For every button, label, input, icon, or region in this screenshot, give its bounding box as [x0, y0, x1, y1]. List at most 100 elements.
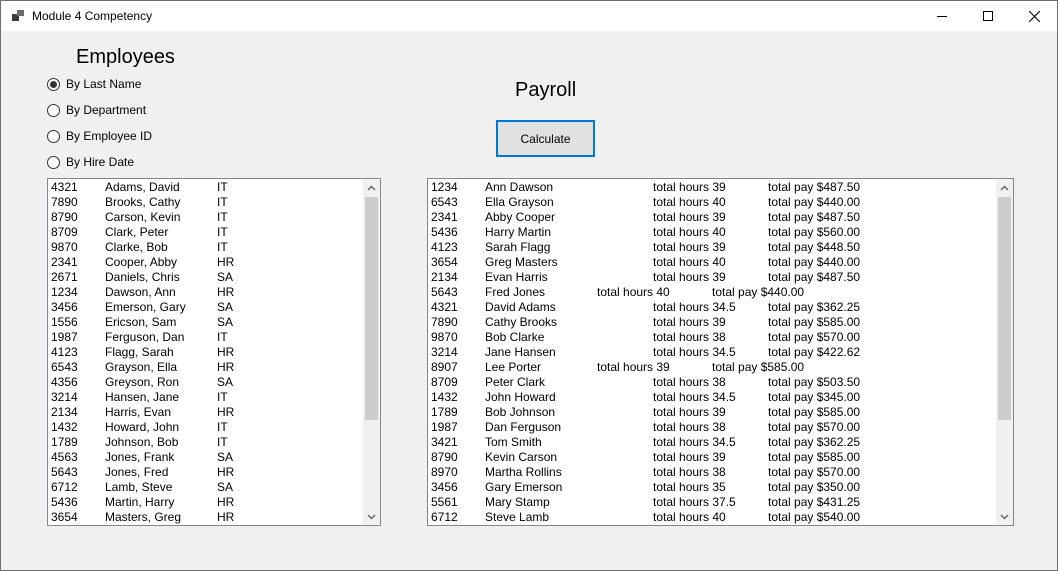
payroll-id: 5643 — [431, 285, 458, 299]
employee-dept: IT — [217, 390, 228, 404]
close-button[interactable] — [1011, 1, 1057, 31]
sort-option-label: By Employee ID — [66, 129, 153, 143]
payroll-pay: total pay $570.00 — [768, 465, 861, 479]
payroll-hours: total hours 40 — [597, 285, 670, 299]
employee-name: Dawson, Ann — [105, 285, 176, 299]
sort-option-radio[interactable]: By Hire Date — [47, 153, 134, 171]
payroll-pay: total pay $440.00 — [712, 285, 805, 299]
employee-name: Flagg, Sarah — [105, 345, 174, 359]
payroll-name: Peter Clark — [485, 375, 546, 389]
chevron-up-icon — [367, 185, 376, 190]
employee-id: 9870 — [51, 240, 78, 254]
payroll-pay: total pay $487.50 — [768, 210, 861, 224]
payroll-pay: total pay $503.50 — [768, 375, 861, 389]
payroll-id: 3421 — [431, 435, 458, 449]
employee-id: 6712 — [51, 480, 78, 494]
employee-name: Harris, Evan — [105, 405, 172, 419]
employee-id: 8709 — [51, 225, 78, 239]
payroll-name: Ann Dawson — [485, 180, 554, 194]
payroll-hours: total hours 34.5 — [653, 345, 736, 359]
payroll-hours: total hours 34.5 — [653, 435, 736, 449]
employee-name: Clark, Peter — [105, 225, 169, 239]
employee-id: 3456 — [51, 300, 78, 314]
payroll-hours: total hours 35 — [653, 480, 726, 494]
employee-dept: IT — [217, 330, 228, 344]
payroll-pay: total pay $585.00 — [768, 315, 861, 329]
payroll-id: 2341 — [431, 210, 458, 224]
payroll-listbox[interactable]: 1234 Ann Dawson total hours 39 total pay $4… — [427, 178, 1014, 526]
employee-id: 4356 — [51, 375, 78, 389]
radio-checked-icon[interactable] — [47, 77, 60, 91]
payroll-pay: total pay $422.62 — [768, 345, 861, 359]
employees-heading: Employees — [76, 46, 175, 68]
scroll-up-button[interactable] — [363, 179, 380, 196]
employee-id: 1234 — [51, 285, 78, 299]
sort-option-radio[interactable]: By Employee ID — [47, 127, 152, 145]
employee-dept: IT — [217, 435, 228, 449]
scroll-thumb[interactable] — [365, 197, 378, 420]
employee-id: 2341 — [51, 255, 78, 269]
employee-scrollbar[interactable] — [363, 179, 380, 525]
payroll-pay: total pay $585.00 — [768, 450, 861, 464]
payroll-hours: total hours 34.5 — [653, 390, 736, 404]
payroll-name: Bob Johnson — [485, 405, 556, 419]
sort-option-radio[interactable]: By Last Name — [47, 75, 141, 93]
payroll-hours: total hours 40 — [653, 195, 726, 209]
scroll-up-button[interactable] — [996, 179, 1013, 196]
payroll-hours: total hours 38 — [653, 375, 726, 389]
payroll-name: Ella Grayson — [485, 195, 554, 209]
employee-dept: HR — [217, 465, 235, 479]
employee-name: Martin, Harry — [105, 495, 175, 509]
employee-name: Greyson, Ron — [105, 375, 180, 389]
employee-name: Grayson, Ella — [105, 360, 178, 374]
payroll-id: 6712 — [431, 510, 458, 524]
employee-dept: IT — [217, 420, 228, 434]
employee-dept: HR — [217, 495, 235, 509]
employee-id: 8790 — [51, 210, 78, 224]
employee-name: Hansen, Jane — [105, 390, 180, 404]
employee-id: 4123 — [51, 345, 78, 359]
employee-name: Ericson, Sam — [105, 315, 177, 329]
payroll-hours: total hours 39 — [653, 450, 726, 464]
employee-dept: IT — [217, 180, 228, 194]
scroll-down-button[interactable] — [996, 508, 1013, 525]
payroll-id: 1789 — [431, 405, 458, 419]
scroll-down-button[interactable] — [363, 508, 380, 525]
scroll-thumb[interactable] — [998, 197, 1011, 420]
employee-dept: IT — [217, 240, 228, 254]
payroll-scrollbar[interactable] — [996, 179, 1013, 525]
payroll-id: 8907 — [431, 360, 458, 374]
payroll-id: 1987 — [431, 420, 458, 434]
payroll-name: Martha Rollins — [485, 465, 562, 479]
payroll-pay: total pay $440.00 — [768, 255, 861, 269]
payroll-id: 8709 — [431, 375, 458, 389]
payroll-name: Bob Clarke — [485, 330, 545, 344]
employee-id: 1987 — [51, 330, 78, 344]
employee-name: Daniels, Chris — [105, 270, 180, 284]
payroll-hours: total hours 37.5 — [653, 495, 736, 509]
payroll-hours: total hours 39 — [653, 315, 726, 329]
radio-unchecked-icon[interactable] — [47, 103, 60, 117]
chevron-down-icon — [367, 514, 376, 519]
radio-unchecked-icon[interactable] — [47, 129, 60, 143]
payroll-id: 9870 — [431, 330, 458, 344]
employee-id: 2134 — [51, 405, 78, 419]
sort-option-radio[interactable]: By Department — [47, 101, 146, 119]
employee-dept: HR — [217, 510, 235, 524]
employee-name: Howard, John — [105, 420, 180, 434]
minimize-button[interactable] — [919, 1, 965, 31]
payroll-name: Evan Harris — [485, 270, 548, 284]
calculate-button[interactable]: Calculate — [496, 120, 595, 157]
payroll-pay: total pay $585.00 — [768, 405, 861, 419]
employee-listbox[interactable]: 4321 Adams, David IT 7890 Brooks, Cathy IT 879… — [47, 178, 381, 526]
payroll-pay: total pay $570.00 — [768, 420, 861, 434]
maximize-icon — [983, 11, 993, 21]
payroll-name: Lee Porter — [485, 360, 542, 374]
payroll-name: Sarah Flagg — [485, 240, 551, 254]
payroll-id: 8970 — [431, 465, 458, 479]
maximize-button[interactable] — [965, 1, 1011, 31]
payroll-name: David Adams — [485, 300, 556, 314]
radio-unchecked-icon[interactable] — [47, 155, 60, 169]
payroll-id: 3214 — [431, 345, 458, 359]
payroll-hours: total hours 39 — [653, 210, 726, 224]
